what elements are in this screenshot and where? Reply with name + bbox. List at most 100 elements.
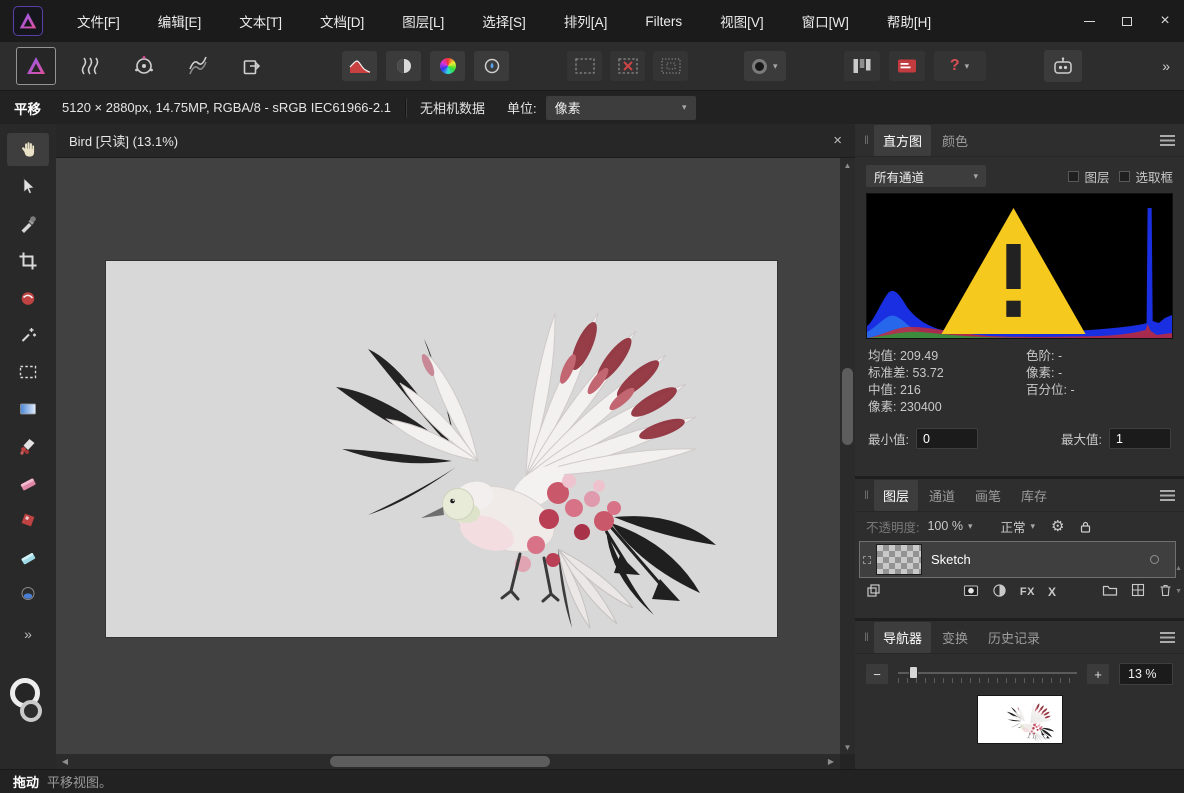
marquee-select-tool[interactable] xyxy=(7,355,49,388)
menu-filters[interactable]: Filters xyxy=(626,0,701,42)
paint-brush-tool[interactable] xyxy=(7,429,49,462)
navigator-preview[interactable] xyxy=(978,696,1062,743)
panel-grip-icon[interactable]: ‖ xyxy=(864,630,869,644)
assistant-button[interactable] xyxy=(1044,50,1082,82)
add-adjustment-button[interactable] xyxy=(992,583,1007,601)
menu-arrange[interactable]: 排列[A] xyxy=(545,0,627,42)
scroll-up-icon[interactable]: ▲ xyxy=(840,158,855,172)
deselect-button[interactable] xyxy=(610,51,645,81)
min-input[interactable] xyxy=(916,428,978,449)
photo-persona-button[interactable] xyxy=(16,47,56,85)
panel-menu-icon[interactable] xyxy=(1160,135,1175,146)
zoom-out-button[interactable]: − xyxy=(866,664,888,684)
layer-effects-button[interactable]: FX xyxy=(1020,586,1035,598)
zoom-in-button[interactable]: + xyxy=(1087,664,1109,684)
document-tab[interactable]: Bird [只读] (13.1%) × xyxy=(56,124,855,158)
horizontal-scroll-thumb[interactable] xyxy=(330,756,550,767)
opacity-value[interactable]: 100 % xyxy=(927,519,962,533)
panel-menu-icon[interactable] xyxy=(1160,490,1175,501)
layer-visibility-toggle[interactable] xyxy=(1150,555,1159,564)
warning-icon[interactable] xyxy=(861,199,1166,343)
tab-transform[interactable]: 变换 xyxy=(933,622,977,653)
scroll-down-icon[interactable]: ▼ xyxy=(1175,588,1182,595)
view-tool[interactable] xyxy=(7,133,49,166)
blend-mode-select[interactable]: 正常 xyxy=(1000,517,1025,536)
crop-tool[interactable] xyxy=(7,244,49,277)
layer-settings-gear-icon[interactable]: ⚙ xyxy=(1051,517,1064,535)
document-close-icon[interactable]: × xyxy=(833,132,842,149)
auto-white-balance-button[interactable] xyxy=(474,51,509,81)
invert-selection-button[interactable] xyxy=(653,51,688,81)
menu-edit[interactable]: 编辑[E] xyxy=(139,0,221,42)
liquify-persona-button[interactable] xyxy=(70,47,110,85)
channel-select[interactable]: 所有通道 ▾ xyxy=(866,165,986,187)
blur-tool[interactable] xyxy=(7,577,49,610)
close-button[interactable]: × xyxy=(1146,0,1184,42)
auto-contrast-button[interactable] xyxy=(386,51,421,81)
vertical-scrollbar[interactable]: ▲ ▼ xyxy=(840,158,855,754)
menu-layer[interactable]: 图层[L] xyxy=(383,0,463,42)
selection-mode-button[interactable] xyxy=(567,51,602,81)
tab-color[interactable]: 颜色 xyxy=(933,125,977,156)
document-viewport[interactable] xyxy=(56,158,840,754)
export-persona-button[interactable] xyxy=(232,47,272,85)
layer-styles-button[interactable]: X xyxy=(1048,585,1056,599)
zoom-slider[interactable] xyxy=(898,663,1077,685)
tab-history[interactable]: 历史记录 xyxy=(979,622,1049,653)
panel-grip-icon[interactable]: ‖ xyxy=(864,133,869,147)
marquee-checkbox[interactable] xyxy=(1119,171,1130,182)
auto-colours-button[interactable] xyxy=(430,51,465,81)
toolbar-overflow-button[interactable]: » xyxy=(1162,58,1170,74)
lock-button[interactable] xyxy=(1078,519,1093,534)
insert-inside-button[interactable] xyxy=(1131,583,1145,600)
tab-stock[interactable]: 库存 xyxy=(1012,480,1056,511)
vertical-scroll-thumb[interactable] xyxy=(842,368,853,445)
duplicate-layer-button[interactable] xyxy=(866,583,881,601)
view-mode-dropdown[interactable]: ▾ xyxy=(744,51,786,81)
minimize-button[interactable] xyxy=(1070,0,1108,42)
tab-channels[interactable]: 通道 xyxy=(920,480,964,511)
flood-fill-tool[interactable] xyxy=(7,540,49,573)
tab-layers[interactable]: 图层 xyxy=(874,480,918,511)
snapping-presets-button[interactable] xyxy=(889,51,925,81)
move-tool[interactable] xyxy=(7,170,49,203)
max-input[interactable] xyxy=(1109,428,1171,449)
develop-persona-button[interactable] xyxy=(124,47,164,85)
tools-overflow-button[interactable]: » xyxy=(24,626,32,642)
scroll-down-icon[interactable]: ▼ xyxy=(840,740,855,754)
auto-levels-button[interactable] xyxy=(342,51,377,81)
maximize-button[interactable] xyxy=(1108,0,1146,42)
gradient-tool[interactable] xyxy=(7,392,49,425)
pixel-tool[interactable] xyxy=(7,503,49,536)
scroll-left-icon[interactable]: ◀ xyxy=(58,754,72,769)
unit-select[interactable]: 像素 ▾ xyxy=(546,96,696,120)
menu-document[interactable]: 文档[D] xyxy=(301,0,383,42)
layer-row-sketch[interactable]: Sketch xyxy=(859,541,1176,578)
zoom-slider-track[interactable] xyxy=(898,672,1077,674)
add-mask-button[interactable] xyxy=(963,583,979,601)
menu-window[interactable]: 窗口[W] xyxy=(783,0,868,42)
layer-thumbnail[interactable] xyxy=(876,544,922,575)
erase-brush-tool[interactable] xyxy=(7,466,49,499)
scroll-right-icon[interactable]: ▶ xyxy=(824,754,838,769)
fill-color-swatch[interactable] xyxy=(20,700,42,722)
color-picker-tool[interactable] xyxy=(7,207,49,240)
panel-menu-icon[interactable] xyxy=(1160,632,1175,643)
menu-file[interactable]: 文件[F] xyxy=(58,0,139,42)
group-layers-button[interactable] xyxy=(1102,583,1118,600)
color-selector[interactable] xyxy=(8,678,48,730)
menu-select[interactable]: 选择[S] xyxy=(463,0,545,42)
tab-navigator[interactable]: 导航器 xyxy=(874,622,931,653)
tone-mapping-persona-button[interactable] xyxy=(178,47,218,85)
snapping-button[interactable] xyxy=(844,51,880,81)
tab-brushes[interactable]: 画笔 xyxy=(966,480,1010,511)
tab-histogram[interactable]: 直方图 xyxy=(874,125,931,156)
menu-help[interactable]: 帮助[H] xyxy=(868,0,950,42)
menu-view[interactable]: 视图[V] xyxy=(701,0,783,42)
zoom-value[interactable]: 13 % xyxy=(1119,663,1173,685)
horizontal-scrollbar[interactable]: ◀ ▶ xyxy=(56,754,840,769)
selection-brush-tool[interactable] xyxy=(7,281,49,314)
help-dropdown-button[interactable]: ? ▾ xyxy=(934,51,986,81)
panel-grip-icon[interactable]: ‖ xyxy=(864,488,869,502)
menu-text[interactable]: 文本[T] xyxy=(220,0,301,42)
